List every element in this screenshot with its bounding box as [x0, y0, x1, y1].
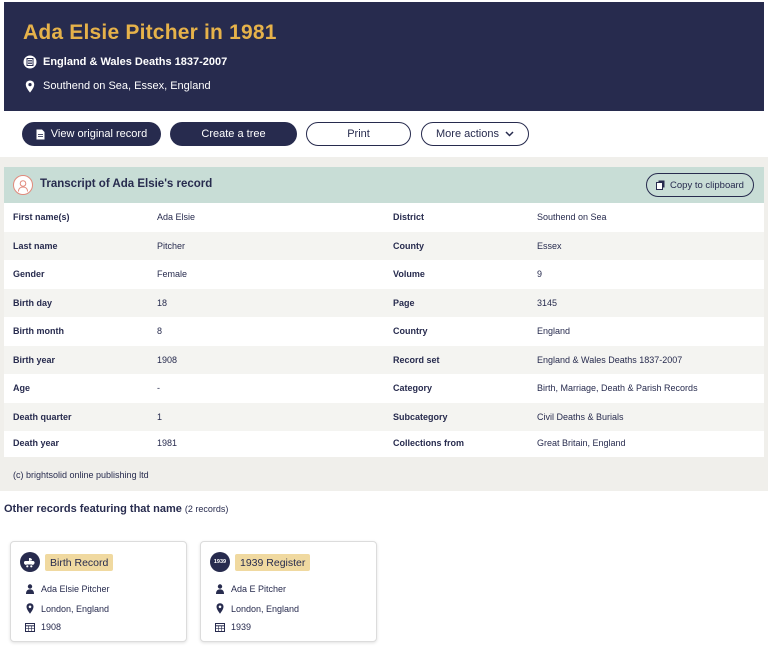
create-tree-button[interactable]: Create a tree — [170, 122, 297, 146]
other-records-heading: Other records featuring that name (2 reco… — [4, 503, 229, 515]
location-text: Southend on Sea, Essex, England — [43, 80, 211, 92]
table-row: First name(s) Ada Elsie District Southen… — [13, 212, 607, 222]
card-place-line: London, England — [25, 603, 109, 614]
view-original-record-button[interactable]: View original record — [22, 122, 161, 146]
more-actions-button[interactable]: More actions — [421, 122, 529, 146]
transcript-header: Transcript of Ada Elsie's record Copy to… — [4, 167, 764, 203]
chevron-down-icon — [505, 131, 514, 137]
collection-name: England & Wales Deaths 1837-2007 — [43, 56, 228, 68]
table-row: Gender Female Volume 9 — [13, 269, 543, 279]
location-line: Southend on Sea, Essex, England — [23, 79, 211, 93]
print-button[interactable]: Print — [306, 122, 411, 146]
clipboard-icon — [656, 180, 665, 190]
copy-to-clipboard-button[interactable]: Copy to clipboard — [646, 173, 754, 197]
transcript-panel: Transcript of Ada Elsie's record Copy to… — [4, 167, 764, 457]
location-pin-icon — [25, 603, 35, 614]
document-icon — [36, 129, 45, 140]
table-row: Age - Category Birth, Marriage, Death & … — [13, 383, 698, 393]
location-pin-icon — [215, 603, 225, 614]
table-row: Death year 1981 Collections from Great B… — [13, 438, 626, 448]
table-row: Last name Pitcher County Essex — [4, 231, 764, 260]
action-bar: View original record Create a tree Print… — [4, 111, 764, 157]
record-card-birth[interactable]: Birth Record Ada Elsie Pitcher London, E… — [10, 541, 187, 642]
calendar-icon — [215, 622, 225, 632]
table-row: Birth year 1908 Record set England & Wal… — [4, 345, 764, 374]
card-name-line: Ada E Pitcher — [215, 584, 286, 594]
calendar-icon — [25, 622, 35, 632]
transcript-title: Transcript of Ada Elsie's record — [40, 178, 213, 190]
card-year-line: 1939 — [215, 622, 251, 632]
collection-line: England & Wales Deaths 1837-2007 — [23, 55, 227, 69]
table-row: Birth day 18 Page 3145 — [4, 288, 764, 317]
person-icon — [215, 584, 225, 594]
record-type-tag: Birth Record — [45, 554, 114, 571]
pram-icon — [20, 552, 40, 572]
page-title: Ada Elsie Pitcher in 1981 — [23, 21, 277, 44]
register-1939-icon: 1939 — [210, 552, 230, 572]
card-place-line: London, England — [215, 603, 299, 614]
card-name-line: Ada Elsie Pitcher — [25, 584, 110, 594]
copyright-notice: (c) brightsolid online publishing ltd — [13, 470, 149, 480]
table-row: Birth month 8 Country England — [13, 326, 571, 336]
table-row: Death quarter 1 Subcategory Civil Deaths… — [4, 402, 764, 431]
records-count: (2 records) — [184, 504, 229, 514]
record-set-icon — [23, 55, 37, 69]
record-header: Ada Elsie Pitcher in 1981 England & Wale… — [4, 2, 764, 111]
record-type-tag: 1939 Register — [235, 554, 311, 571]
person-portrait-icon — [13, 175, 33, 195]
person-icon — [25, 584, 35, 594]
record-card-1939-register[interactable]: 1939 1939 Register Ada E Pitcher London,… — [200, 541, 377, 642]
location-pin-icon — [23, 79, 37, 93]
card-year-line: 1908 — [25, 622, 61, 632]
